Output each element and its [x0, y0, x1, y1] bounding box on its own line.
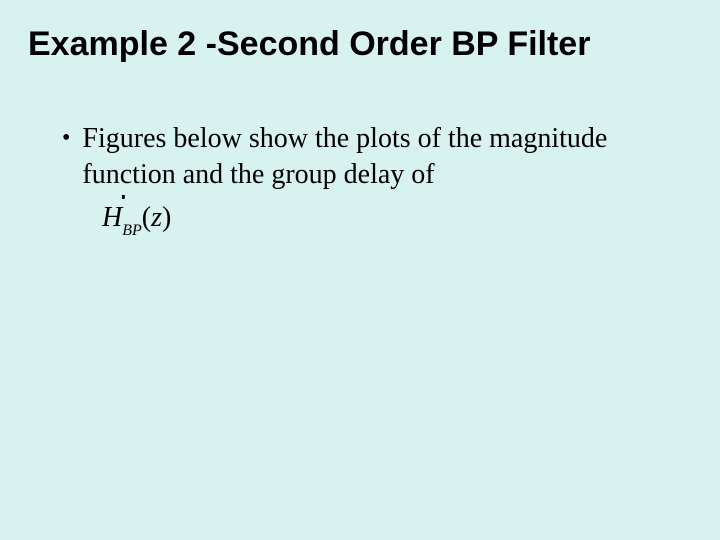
slide: Example 2 -Second Order BP Filter • Figu…	[0, 0, 720, 540]
formula-close-paren: )	[162, 202, 171, 233]
formula-z: z	[151, 202, 162, 233]
formula-open-paren: (	[142, 202, 151, 233]
bullet-text: Figures below show the plots of the magn…	[82, 121, 656, 193]
bullet-marker: •	[62, 121, 70, 155]
formula-double-prime: ''	[121, 192, 124, 213]
bullet-item: • Figures below show the plots of the ma…	[24, 121, 696, 193]
formula-H: H	[102, 202, 122, 233]
formula-subscript: BP	[122, 222, 142, 239]
formula: H''BP(z)	[102, 202, 696, 238]
slide-title: Example 2 -Second Order BP Filter	[28, 24, 696, 65]
